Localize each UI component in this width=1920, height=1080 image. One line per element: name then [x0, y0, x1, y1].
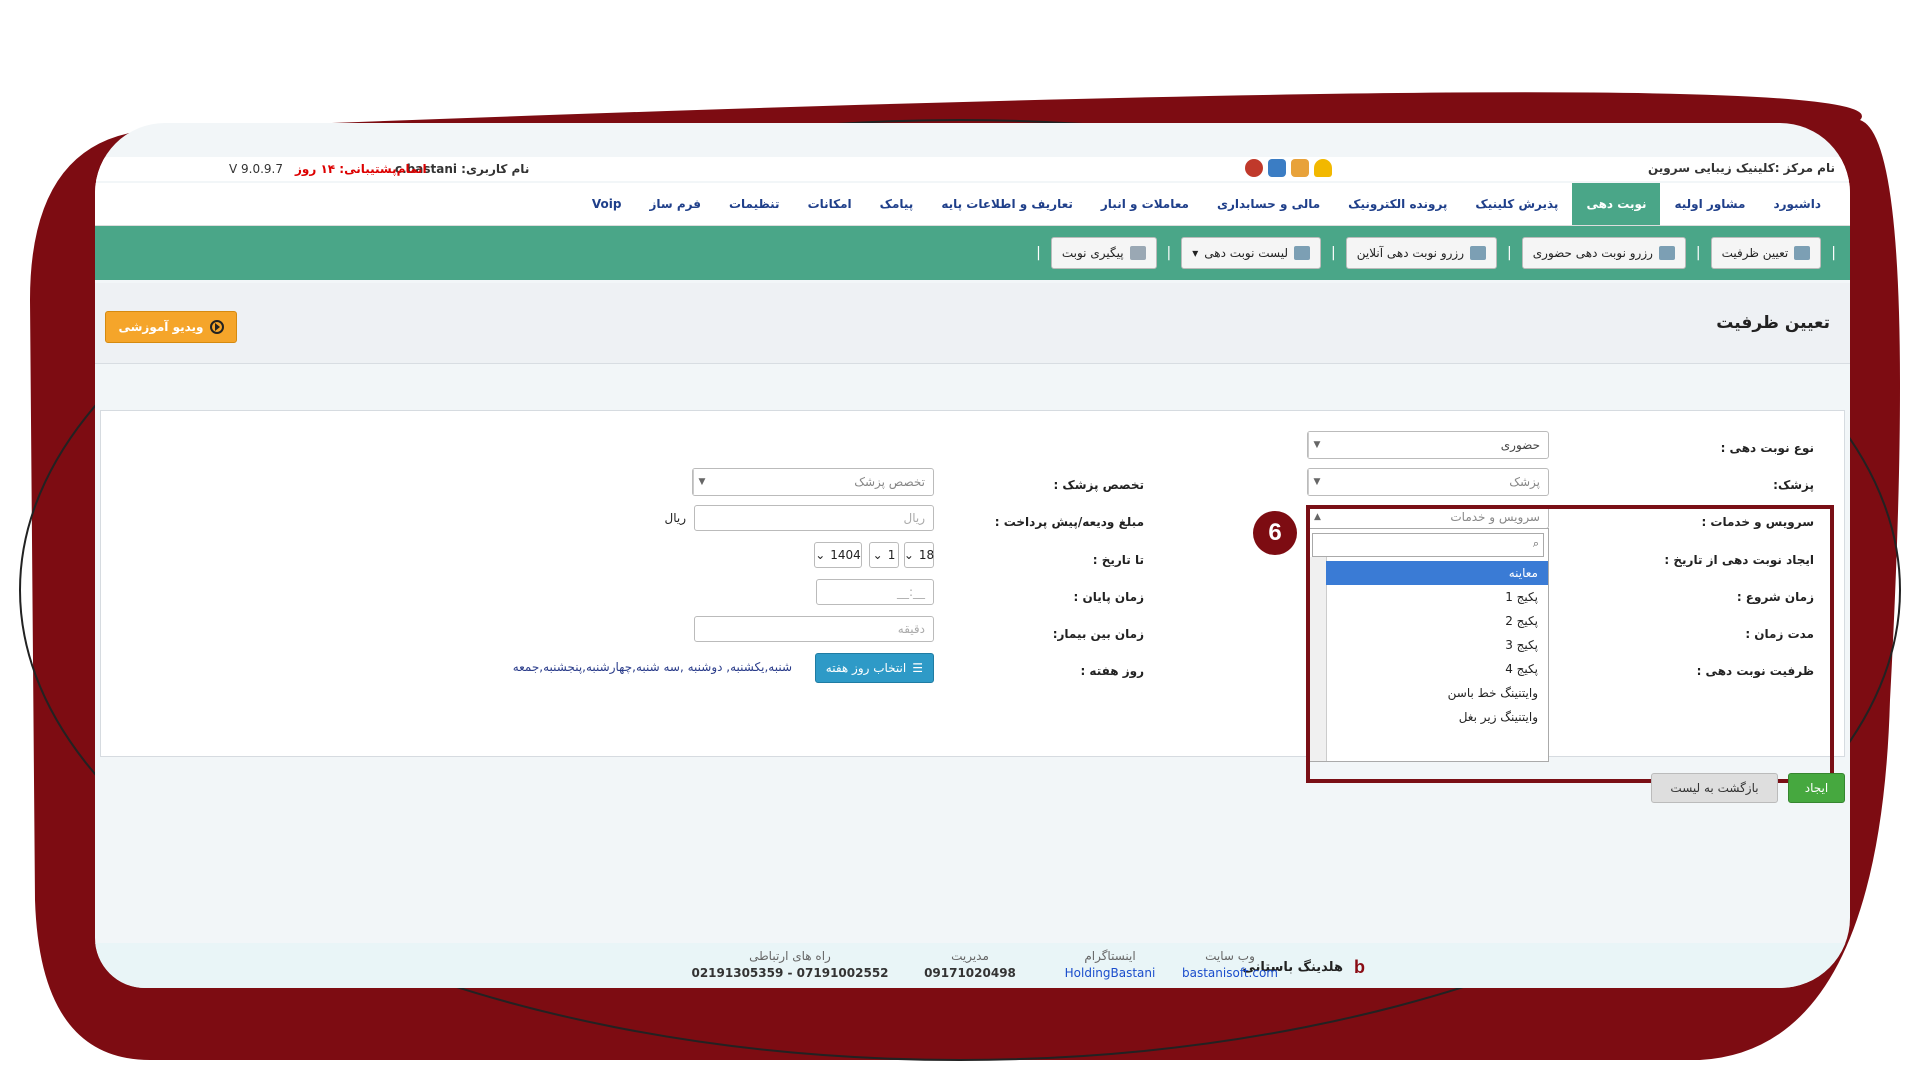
video-tutorial-button[interactable]: ویدیو آموزشی	[105, 311, 237, 343]
end-time-label: زمان پایان :	[1073, 590, 1144, 604]
search-doc-icon	[1129, 246, 1146, 260]
chevron-down-icon: ▼	[693, 470, 710, 494]
step-badge: 6	[1253, 511, 1297, 555]
version: V 9.0.9.7	[229, 162, 284, 176]
nav-settings[interactable]: تنظیمات	[715, 183, 794, 225]
appointment-list-button[interactable]: لیست نوبت دهی ▾	[1181, 237, 1322, 269]
action-bar: | تعیین ظرفیت | رزرو نوبت دهی حضوری | رز…	[95, 226, 1850, 280]
select-weekday-button[interactable]: ☰ انتخاب روز هفته	[814, 653, 934, 683]
nav-consultant[interactable]: مشاور اولیه	[1660, 183, 1759, 225]
monitor-icon	[1658, 246, 1675, 260]
to-date-day[interactable]: 18 ⌄	[904, 542, 934, 568]
deposit-unit: ریال	[664, 511, 686, 525]
chevron-down-icon: ⌄	[903, 548, 914, 562]
highlight-box	[1306, 505, 1834, 783]
play-icon	[209, 320, 224, 334]
deposit-label: مبلغ ودیعه/پیش پرداخت :	[994, 515, 1144, 529]
page-title: تعیین ظرفیت	[1716, 313, 1830, 333]
caret-down-icon: ▾	[1192, 246, 1199, 260]
footer-website: وب سایت bastanisoft.com	[1170, 949, 1290, 980]
type-select[interactable]: حضوری ▼	[1307, 431, 1549, 459]
monitor-icon	[1794, 246, 1811, 260]
chevron-down-icon: ▼	[1308, 470, 1325, 494]
calendar-icon[interactable]	[1291, 159, 1309, 177]
to-date-month[interactable]: 1 ⌄	[869, 542, 899, 568]
type-label: نوع نوبت دهی :	[1720, 441, 1814, 455]
page-header: تعیین ظرفیت ویدیو آموزشی	[95, 283, 1850, 364]
instagram-link[interactable]: HoldingBastani	[1050, 966, 1170, 980]
monitor-icon	[1470, 246, 1487, 260]
chevron-down-icon: ⌄	[872, 548, 883, 562]
monitor-icon	[1294, 246, 1311, 260]
top-info-bar: نام مرکز :کلینیک زیبایی سروین نام کاربری…	[95, 157, 1850, 181]
to-date-year[interactable]: 1404 ⌄	[814, 542, 862, 568]
specialty-label: تخصص پزشک :	[1053, 478, 1144, 492]
list-icon: ☰	[912, 661, 923, 675]
reserve-in-person-button[interactable]: رزرو نوبت دهی حضوری	[1521, 237, 1686, 269]
app-screen: نام مرکز :کلینیک زیبایی سروین نام کاربری…	[95, 123, 1850, 988]
weekday-label: روز هفته :	[1080, 664, 1144, 678]
create-button[interactable]: ایجاد	[1788, 773, 1845, 803]
weekday-value: شنبه,یکشنبه, دوشنبه ,سه شنبه,چهارشنبه,پن…	[512, 660, 792, 674]
nav-definitions[interactable]: تعاریف و اطلاعات پایه	[927, 183, 1087, 225]
nav-form-builder[interactable]: فرم ساز	[635, 183, 715, 225]
nav-features[interactable]: امکانات	[794, 183, 866, 225]
nav-records[interactable]: پرونده الکترونیک	[1334, 183, 1461, 225]
end-time-input[interactable]: __:__	[816, 579, 934, 605]
doctor-label: پزشک:	[1773, 478, 1814, 492]
center-name: نام مرکز :کلینیک زیبایی سروین	[1647, 161, 1835, 175]
capacity-button[interactable]: تعیین ظرفیت	[1710, 237, 1822, 269]
nav-sms[interactable]: پیامک	[866, 183, 928, 225]
track-appointment-button[interactable]: پیگیری نوبت	[1050, 237, 1157, 269]
footer: b هلدینگ باستانی وب سایت bastanisoft.com …	[95, 943, 1850, 988]
nav-voip[interactable]: Voip	[578, 183, 636, 225]
calendar-check-icon[interactable]	[1268, 159, 1286, 177]
between-input[interactable]: دقیقه	[694, 616, 934, 642]
doctor-select[interactable]: پزشک ▼	[1307, 468, 1549, 496]
reserve-online-button[interactable]: رزرو نوبت دهی آنلاین	[1345, 237, 1498, 269]
footer-manager: مدیریت 09171020498	[924, 949, 1016, 980]
bell-icon[interactable]	[1314, 159, 1332, 177]
nav-accounting[interactable]: مالی و حسابداری	[1203, 183, 1334, 225]
chevron-down-icon: ⌄	[815, 548, 826, 562]
footer-contact: راه های ارتباطی 07191002552 - 0219130535…	[691, 949, 889, 980]
website-link[interactable]: bastanisoft.com	[1170, 966, 1290, 980]
top-icons	[1245, 159, 1332, 177]
main-nav: داشبورد مشاور اولیه نوبت دهی پذیرش کلینی…	[95, 183, 1850, 226]
nav-reception[interactable]: پذیرش کلینیک	[1461, 183, 1572, 225]
nav-inventory[interactable]: معاملات و انبار	[1087, 183, 1203, 225]
footer-instagram: اینستاگرام HoldingBastani	[1050, 949, 1170, 980]
power-icon[interactable]	[1245, 159, 1263, 177]
support-expiry: اتمام‌پشتیبانی: ۱۴ روز	[295, 162, 427, 176]
back-to-list-button[interactable]: بازگشت به لیست	[1651, 773, 1778, 803]
deposit-input[interactable]: ریال	[694, 505, 934, 531]
nav-dashboard[interactable]: داشبورد	[1759, 183, 1835, 225]
between-label: زمان بین بیمار:	[1052, 627, 1144, 641]
specialty-select[interactable]: تخصص پزشک ▼	[692, 468, 934, 496]
nav-appointments[interactable]: نوبت دهی	[1572, 183, 1661, 225]
to-date-label: تا تاریخ :	[1092, 553, 1144, 567]
chevron-down-icon: ▼	[1308, 433, 1325, 457]
brand-logo-icon: b	[1354, 957, 1365, 977]
